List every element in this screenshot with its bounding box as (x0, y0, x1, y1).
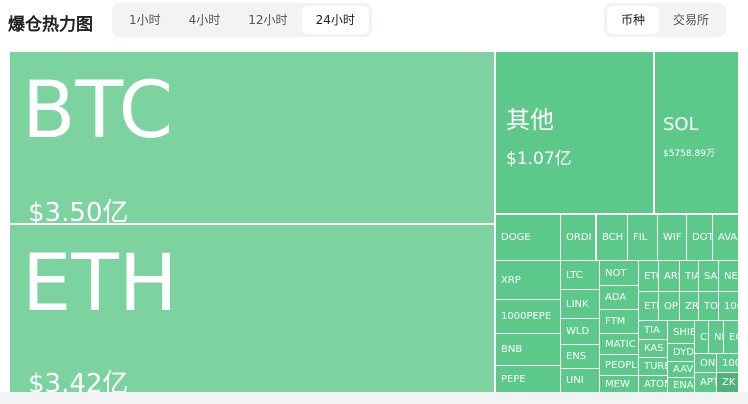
tile-coin[interactable]: CRV (695, 321, 708, 353)
tile-coin[interactable]: 1000SHIB (719, 292, 738, 320)
tile-coin[interactable]: ETC (639, 261, 658, 291)
tile-coin[interactable]: WIF (658, 215, 686, 260)
tile-coin[interactable]: FTM (600, 310, 638, 333)
tile-coin[interactable]: OP (659, 292, 679, 320)
tile-coin[interactable]: BCH (597, 215, 627, 260)
tile-coin[interactable]: PEOPLE (600, 355, 638, 375)
time-range-tabs: 1小时 4小时 12小时 24小时 (112, 3, 372, 37)
tile-value: $3.50亿 (28, 198, 129, 223)
tab-coin[interactable]: 币种 (607, 6, 660, 34)
tile-coin[interactable]: APT (695, 373, 716, 392)
tile-coin[interactable]: SHIB (668, 321, 694, 343)
tile-coin[interactable]: LTC (561, 261, 599, 289)
tile-value: $5758.89万 (663, 149, 715, 159)
tile-coin[interactable]: ARB (659, 261, 679, 291)
tab-exchange[interactable]: 交易所 (659, 6, 723, 34)
tile-coin[interactable]: DOGE (496, 215, 560, 260)
tile-coin[interactable]: ORDI (561, 215, 595, 260)
tile-coin[interactable]: DOT (687, 215, 712, 260)
tile-value: $1.07亿 (506, 149, 572, 169)
tile-coin[interactable]: 1000BONK (717, 354, 738, 372)
tab-4h[interactable]: 4小时 (175, 6, 235, 34)
tile-value: $3.42亿 (28, 369, 129, 392)
tile-coin[interactable]: ONDO (695, 354, 716, 372)
tile-coin[interactable]: TURBO (639, 358, 667, 375)
tile-symbol: SOL (663, 114, 699, 135)
tile-coin[interactable]: WLD (561, 319, 599, 344)
tile-coin[interactable]: XRP (496, 261, 560, 299)
tile-coin[interactable]: NEAR (719, 261, 738, 291)
tile-other[interactable]: 其他 $1.07亿 (496, 52, 653, 213)
tile-coin[interactable]: ATOM (639, 376, 667, 392)
tile-coin[interactable]: LINK (561, 290, 599, 318)
tile-coin[interactable]: DYDX (668, 344, 694, 361)
tile-coin[interactable]: SAND (699, 261, 718, 291)
page-title: 爆仓热力图 (8, 15, 93, 35)
tile-symbol: 其他 (506, 106, 554, 134)
tile-coin[interactable]: TON (699, 292, 718, 320)
view-tabs: 币种 交易所 (604, 3, 727, 37)
tile-coin[interactable]: TIA (639, 321, 667, 339)
tab-12h[interactable]: 12小时 (234, 6, 301, 34)
tile-coin[interactable]: ZK (717, 373, 738, 392)
tile-coin[interactable]: ADA (600, 286, 638, 309)
tile-coin[interactable]: MEW (600, 376, 638, 392)
tile-coin[interactable]: UNI (561, 369, 599, 392)
tile-coin[interactable]: TIA (680, 261, 698, 291)
footer-bar (0, 392, 748, 404)
tile-coin[interactable]: KAS (639, 340, 667, 357)
tile-coin[interactable]: ENA (668, 378, 694, 392)
tile-coin[interactable]: 1000PEPE (496, 300, 560, 333)
tile-coin[interactable]: PEPE (496, 366, 560, 392)
tile-coin[interactable]: FIL (628, 215, 657, 260)
tile-sol[interactable]: SOL $5758.89万 (655, 52, 738, 213)
tab-1h[interactable]: 1小时 (115, 6, 175, 34)
tile-coin[interactable]: AVAX (713, 215, 738, 260)
tile-coin[interactable]: MATIC (600, 334, 638, 354)
tile-symbol: ETH (22, 239, 178, 329)
tile-coin[interactable]: EOS (724, 321, 738, 353)
tile-coin[interactable]: NEO (709, 321, 723, 353)
liquidation-treemap: BTC $3.50亿 ETH $3.42亿 其他 $1.07亿 SOL $575… (10, 52, 738, 392)
tile-coin[interactable]: NOT (600, 261, 638, 285)
tile-symbol: BTC (22, 66, 174, 156)
tile-coin[interactable]: AAVE (668, 362, 694, 377)
tile-coin[interactable]: BNB (496, 334, 560, 365)
tile-coin[interactable]: ETHFI (639, 292, 658, 320)
tile-coin[interactable]: ZRO (680, 292, 698, 320)
tile-eth[interactable]: ETH $3.42亿 (10, 225, 494, 392)
tab-24h[interactable]: 24小时 (301, 6, 369, 34)
tile-coin[interactable]: ENS (561, 345, 599, 368)
tile-btc[interactable]: BTC $3.50亿 (10, 52, 494, 223)
